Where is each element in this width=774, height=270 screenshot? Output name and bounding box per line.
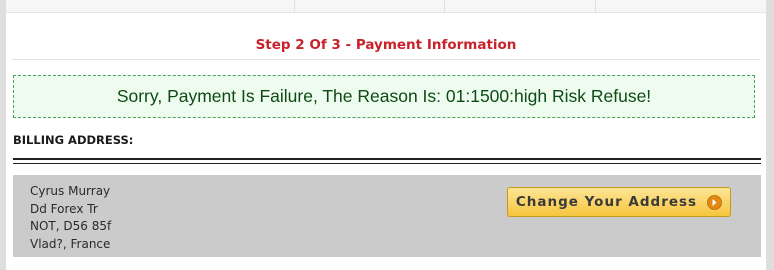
step-title: Step 2 Of 3 - Payment Information <box>255 37 517 53</box>
tab-divider <box>595 0 596 12</box>
payment-error-message: Sorry, Payment Is Failure, The Reason Is… <box>116 86 652 106</box>
divider <box>13 163 761 164</box>
billing-address-heading: BILLING ADDRESS: <box>13 133 134 147</box>
change-address-label: Change Your Address <box>515 194 698 210</box>
checkout-panel: Step 2 Of 3 - Payment Information Sorry,… <box>6 0 766 270</box>
address-region: NOT, D56 85f <box>30 219 112 233</box>
divider <box>13 158 761 160</box>
arrow-right-circle-icon <box>707 194 722 210</box>
top-tab-strip <box>6 0 766 13</box>
payment-error-box: Sorry, Payment Is Failure, The Reason Is… <box>13 75 755 118</box>
panel-bottom <box>6 262 766 270</box>
address-lines: Cyrus Murray Dd Forex Tr NOT, D56 85f Vl… <box>30 183 111 253</box>
page: Step 2 Of 3 - Payment Information Sorry,… <box>0 0 774 270</box>
tab-divider <box>294 0 295 12</box>
tab-divider <box>444 0 445 12</box>
divider <box>12 59 760 60</box>
address-name: Cyrus Murray <box>30 184 111 198</box>
change-address-button[interactable]: Change Your Address <box>507 187 731 217</box>
billing-address-block: Cyrus Murray Dd Forex Tr NOT, D56 85f Vl… <box>13 175 761 257</box>
address-city-country: Vlad?, France <box>30 236 111 251</box>
address-street: Dd Forex Tr <box>30 201 98 216</box>
